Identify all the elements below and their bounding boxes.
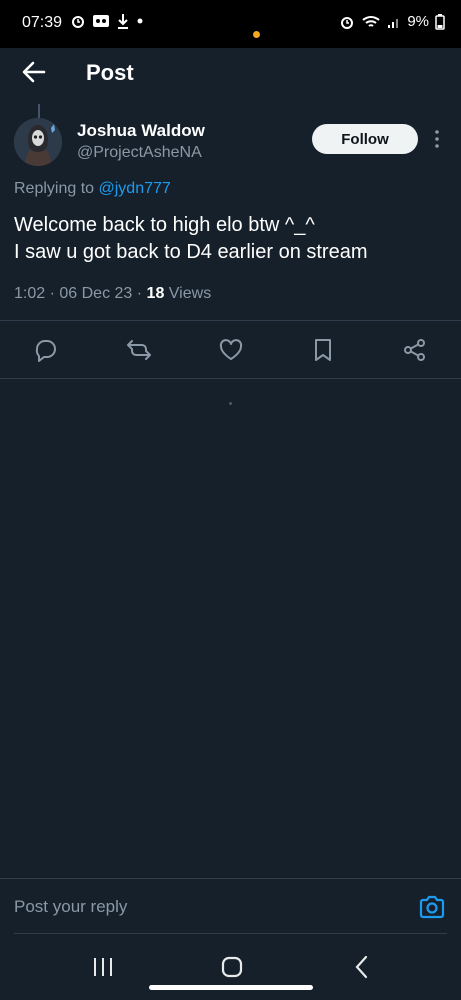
tweet-actions — [0, 330, 461, 370]
tweet-metadata: 1:02 · 06 Dec 23 · 18 Views — [14, 285, 211, 303]
avatar-image — [14, 118, 62, 166]
status-right-icons: 9% — [339, 13, 445, 30]
replying-to: Replying to @jydn777 — [14, 180, 171, 198]
download-icon — [118, 14, 128, 29]
meta-separator: · — [136, 285, 143, 302]
divider — [0, 378, 461, 379]
voicemail-icon — [93, 15, 109, 27]
tweet-time[interactable]: 1:02 — [14, 285, 45, 302]
recent-apps-icon[interactable] — [89, 953, 117, 981]
replying-mention-link[interactable]: @jydn777 — [99, 180, 171, 197]
system-nav-bar — [0, 940, 461, 1000]
reply-input[interactable] — [14, 895, 394, 919]
reply-bar — [0, 878, 461, 934]
tweet-text: Welcome back to high elo btw ^_^ I saw u… — [14, 212, 444, 266]
repost-icon[interactable] — [126, 337, 152, 363]
alarm-icon — [72, 16, 84, 28]
back-icon[interactable] — [348, 953, 376, 981]
wifi-icon — [362, 15, 380, 27]
loading-indicator — [229, 402, 232, 405]
tweet-date[interactable]: 06 Dec 23 — [59, 285, 132, 302]
divider — [14, 933, 447, 934]
like-icon[interactable] — [218, 337, 244, 363]
home-icon[interactable] — [218, 953, 246, 981]
thread-line — [38, 104, 40, 118]
back-arrow-icon[interactable] — [20, 58, 48, 86]
status-time: 07:39 — [22, 14, 63, 31]
share-icon[interactable] — [402, 337, 428, 363]
home-indicator[interactable] — [149, 985, 313, 990]
follow-button[interactable]: Follow — [312, 124, 418, 154]
meta-separator: · — [49, 285, 55, 302]
reply-icon[interactable] — [33, 337, 59, 363]
divider — [0, 320, 461, 321]
author-name[interactable]: Joshua Waldow — [77, 121, 205, 141]
camera-icon[interactable] — [418, 894, 446, 920]
status-bar: 07:39 9% — [0, 0, 461, 56]
dot-icon — [137, 18, 143, 24]
battery-text: 9% — [407, 13, 429, 30]
author-handle[interactable]: @ProjectAsheNA — [77, 144, 202, 162]
bookmark-icon[interactable] — [310, 337, 336, 363]
tweet-text-line-1: Welcome back to high elo btw ^_^ — [14, 214, 315, 236]
signal-icon — [388, 18, 399, 28]
tweet-text-line-2: I saw u got back to D4 earlier on stream — [14, 241, 368, 263]
views-count[interactable]: 18 — [147, 285, 165, 302]
page-title: Post — [86, 60, 134, 85]
alarm-icon — [341, 16, 354, 29]
battery-icon — [435, 13, 445, 30]
replying-prefix: Replying to — [14, 180, 95, 197]
views-label[interactable]: Views — [169, 285, 211, 302]
camera-indicator — [253, 31, 260, 38]
top-app-bar: Post — [0, 48, 461, 98]
avatar[interactable] — [14, 118, 62, 166]
more-options-icon[interactable] — [428, 126, 446, 152]
status-left-icons — [70, 13, 144, 29]
